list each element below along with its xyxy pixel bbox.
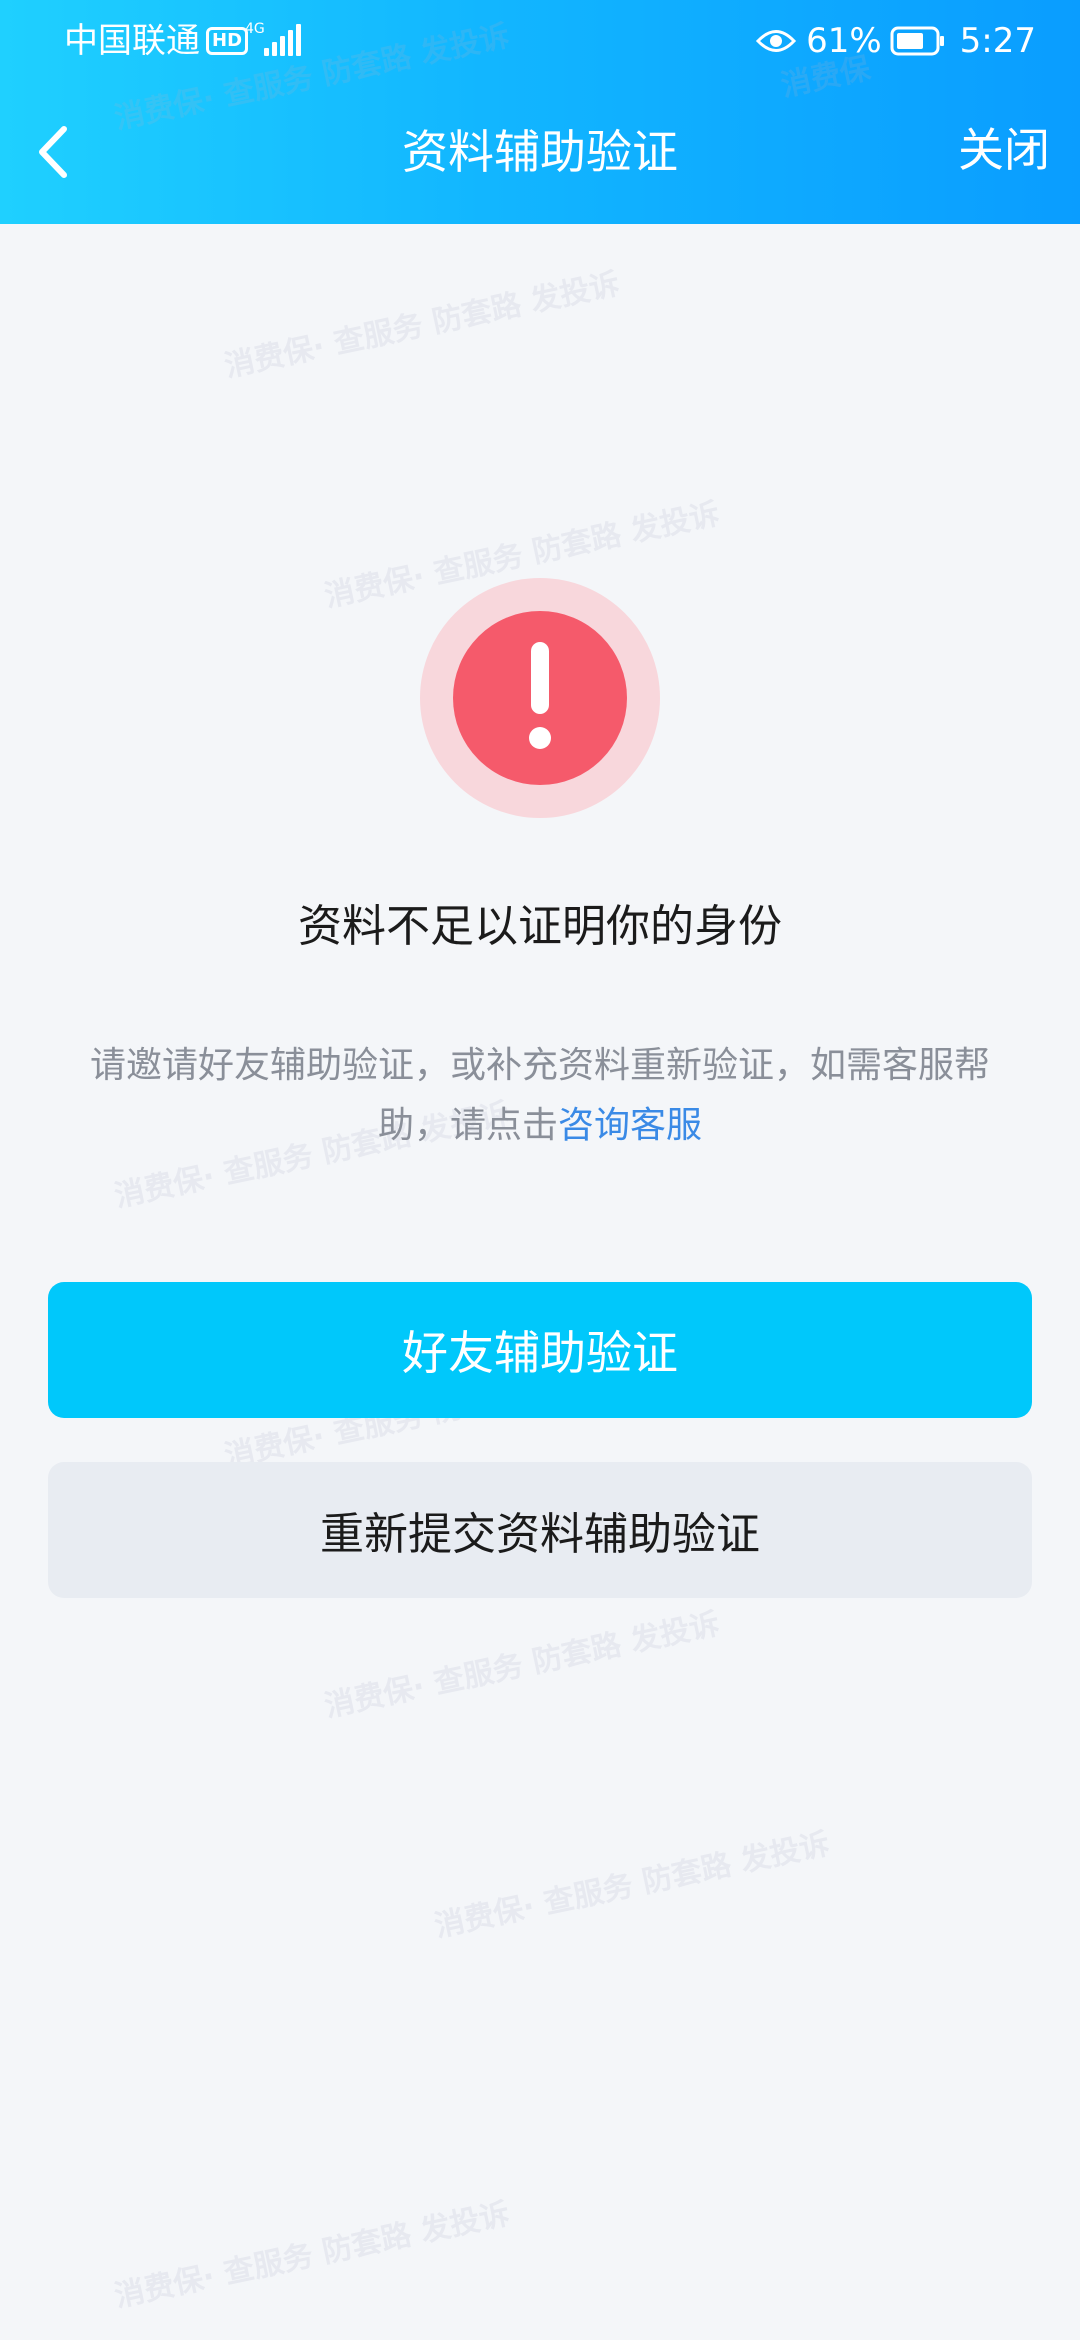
- friend-verify-button[interactable]: 好友辅助验证: [48, 1282, 1032, 1418]
- alert-icon: [420, 578, 660, 818]
- description: 请邀请好友辅助验证，或补充资料重新验证，如需客服帮助，请点击咨询客服: [64, 1036, 1016, 1156]
- status-bar: 中国联通 HD 4G 61% 5:27: [0, 0, 1080, 82]
- status-right: 61% 5:27: [756, 16, 1036, 66]
- description-text: 请邀请好友辅助验证，或补充资料重新验证，如需客服帮助，请点击: [89, 1045, 990, 1146]
- clock: 5:27: [959, 21, 1036, 61]
- carrier-info: 中国联通 HD: [64, 18, 249, 64]
- watermark: 消费保· 查服务 防套路 发投诉: [111, 2196, 513, 2315]
- resubmit-button[interactable]: 重新提交资料辅助验证: [48, 1462, 1032, 1598]
- page-title: 资料辅助验证: [402, 125, 678, 179]
- network-type: 4G: [245, 21, 265, 37]
- watermark: 消费保· 查服务 防套路 发投诉: [321, 1606, 723, 1725]
- contact-service-link[interactable]: 咨询客服: [558, 1105, 702, 1146]
- battery-percent: 61%: [806, 21, 882, 61]
- watermark: 消费保· 查服务 防套路 发投诉: [431, 1826, 833, 1945]
- nav-bar: 资料辅助验证 关闭: [0, 92, 1080, 212]
- top-bar: 中国联通 HD 4G 61% 5:27 资料辅助验证 关闭: [0, 0, 1080, 224]
- carrier-name: 中国联通: [64, 21, 200, 61]
- close-button[interactable]: 关闭: [958, 118, 1050, 182]
- hd-badge: HD: [206, 27, 249, 55]
- headline: 资料不足以证明你的身份: [298, 901, 782, 952]
- signal-icon: [264, 24, 301, 56]
- eye-icon: [756, 30, 797, 52]
- battery-icon: [890, 26, 944, 56]
- watermark: 消费保· 查服务 防套路 发投诉: [221, 266, 623, 385]
